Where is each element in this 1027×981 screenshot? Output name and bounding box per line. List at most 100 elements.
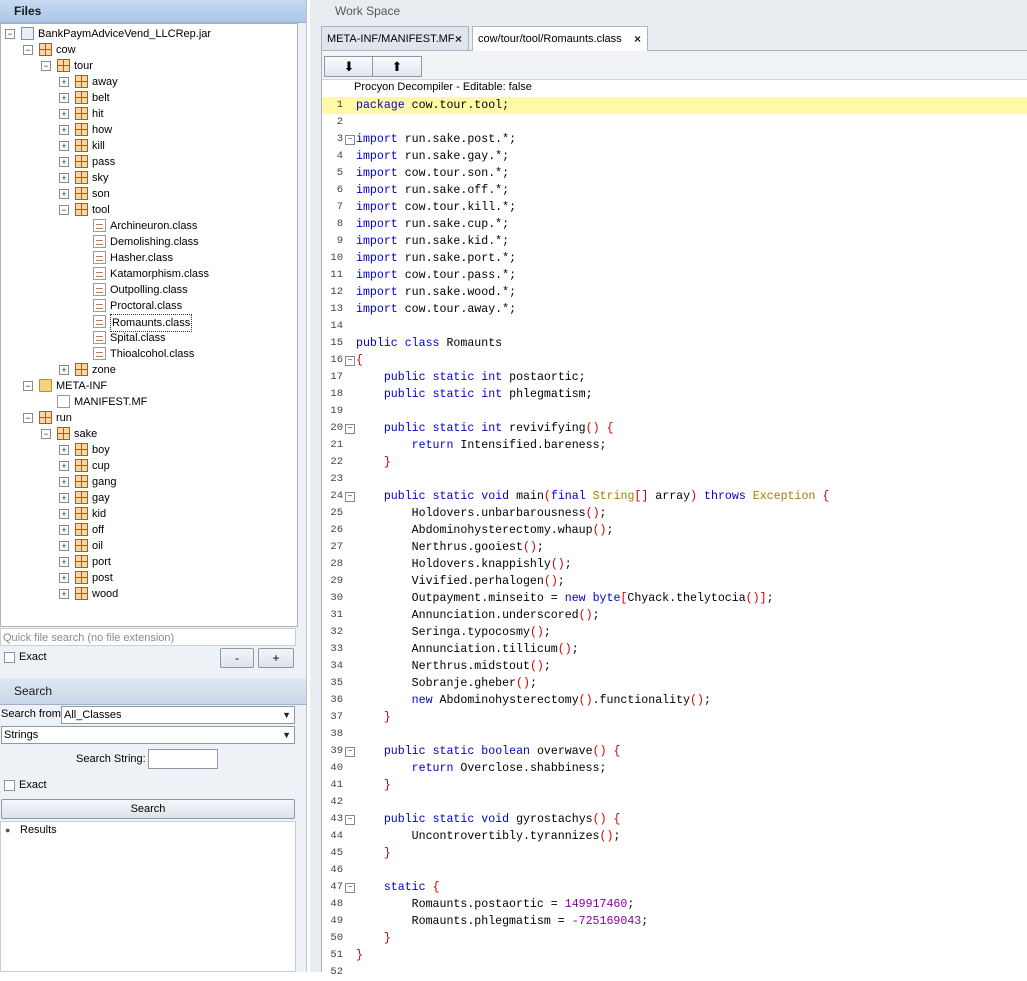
expand-toggle-icon[interactable]: + [59, 445, 69, 455]
upload-button[interactable]: ⬆ [372, 56, 422, 77]
code-line[interactable]: 52 [322, 964, 1027, 981]
collapse-toggle-icon[interactable]: − [59, 205, 69, 215]
code-line[interactable]: 24− public static void main(final String… [322, 488, 1027, 505]
tree-node[interactable]: + pass [1, 154, 295, 170]
expand-toggle-icon[interactable]: + [59, 525, 69, 535]
code-editor[interactable]: ⬇ ⬆ Procyon Decompiler - Editable: false… [321, 51, 1027, 978]
code-line[interactable]: 51} [322, 947, 1027, 964]
code-line[interactable]: 45 } [322, 845, 1027, 862]
code-line[interactable]: 42 [322, 794, 1027, 811]
fold-toggle-icon[interactable]: − [345, 883, 355, 893]
tree-node[interactable]: Demolishing.class [1, 234, 295, 250]
expand-toggle-icon[interactable]: + [59, 109, 69, 119]
expand-toggle-icon[interactable]: + [59, 557, 69, 567]
tree-node[interactable]: + oil [1, 538, 295, 554]
expand-toggle-icon[interactable]: + [59, 477, 69, 487]
tree-node[interactable]: − BankPaymAdviceVend_LLCRep.jar [1, 26, 295, 42]
tree-node[interactable]: Spital.class [1, 330, 295, 346]
code-line[interactable]: 36 new Abdominohysterectomy().functional… [322, 692, 1027, 709]
tree-node[interactable]: + zone [1, 362, 295, 378]
code-area[interactable]: 1 package cow.tour.tool; 2 3− import run.sak… [322, 97, 1027, 978]
code-line[interactable]: 15 public class Romaunts [322, 335, 1027, 352]
code-line[interactable]: 32 Seringa.typocosmy(); [322, 624, 1027, 641]
code-line[interactable]: 46 [322, 862, 1027, 879]
code-line[interactable]: 6 import run.sake.off.*; [322, 182, 1027, 199]
expand-toggle-icon[interactable]: + [59, 125, 69, 135]
expand-toggle-icon[interactable]: + [59, 509, 69, 519]
fold-toggle-icon[interactable]: − [345, 424, 355, 434]
collapse-toggle-icon[interactable]: − [23, 381, 33, 391]
code-line[interactable]: 33 Annunciation.tillicum(); [322, 641, 1027, 658]
code-line[interactable]: 44 Uncontrovertibly.tyrannizes(); [322, 828, 1027, 845]
code-line[interactable]: 12 import run.sake.wood.*; [322, 284, 1027, 301]
tree-node[interactable]: + how [1, 122, 295, 138]
tree-node[interactable]: Katamorphism.class [1, 266, 295, 282]
tree-node[interactable]: Thioalcohol.class [1, 346, 295, 362]
code-line[interactable]: 28 Holdovers.knappishly(); [322, 556, 1027, 573]
code-line[interactable]: 47− static { [322, 879, 1027, 896]
code-line[interactable]: 31 Annunciation.underscored(); [322, 607, 1027, 624]
code-line[interactable]: 1 package cow.tour.tool; [322, 97, 1027, 114]
tree-node[interactable]: + wood [1, 586, 295, 602]
tree-node[interactable]: + boy [1, 442, 295, 458]
expand-toggle-icon[interactable]: + [59, 173, 69, 183]
code-line[interactable]: 23 [322, 471, 1027, 488]
code-line[interactable]: 11 import cow.tour.pass.*; [322, 267, 1027, 284]
tree-node[interactable]: + kid [1, 506, 295, 522]
results-area[interactable]: ● Results [0, 821, 296, 972]
code-line[interactable]: 8 import run.sake.cup.*; [322, 216, 1027, 233]
tree-node[interactable]: Proctoral.class [1, 298, 295, 314]
search-exact-checkbox[interactable] [4, 780, 15, 791]
tree-node[interactable]: − sake [1, 426, 295, 442]
code-line[interactable]: 9 import run.sake.kid.*; [322, 233, 1027, 250]
download-button[interactable]: ⬇ [324, 56, 374, 77]
code-line[interactable]: 3− import run.sake.post.*; [322, 131, 1027, 148]
search-type-select[interactable]: Strings ▼ [1, 726, 295, 744]
expand-toggle-icon[interactable]: + [59, 541, 69, 551]
expand-toggle-icon[interactable]: + [59, 461, 69, 471]
code-line[interactable]: 35 Sobranje.gheber(); [322, 675, 1027, 692]
code-line[interactable]: 14 [322, 318, 1027, 335]
code-line[interactable]: 27 Nerthrus.gooiest(); [322, 539, 1027, 556]
collapse-toggle-icon[interactable]: − [41, 429, 51, 439]
code-line[interactable]: 25 Holdovers.unbarbarousness(); [322, 505, 1027, 522]
code-line[interactable]: 34 Nerthrus.midstout(); [322, 658, 1027, 675]
collapse-toggle-icon[interactable]: − [23, 45, 33, 55]
tree-node[interactable]: Hasher.class [1, 250, 295, 266]
tree-node[interactable]: Outpolling.class [1, 282, 295, 298]
code-line[interactable]: 16−{ [322, 352, 1027, 369]
code-line[interactable]: 49 Romaunts.phlegmatism = -725169043; [322, 913, 1027, 930]
tree-node[interactable]: − tool [1, 202, 295, 218]
code-line[interactable]: 19 [322, 403, 1027, 420]
fold-toggle-icon[interactable]: − [345, 356, 355, 366]
fold-toggle-icon[interactable]: − [345, 492, 355, 502]
tree-node[interactable]: + gang [1, 474, 295, 490]
code-line[interactable]: 40 return Overclose.shabbiness; [322, 760, 1027, 777]
code-line[interactable]: 26 Abdominohysterectomy.whaup(); [322, 522, 1027, 539]
tree-node[interactable]: + away [1, 74, 295, 90]
expand-toggle-icon[interactable]: + [59, 77, 69, 87]
code-line[interactable]: 37 } [322, 709, 1027, 726]
expand-toggle-icon[interactable]: + [59, 93, 69, 103]
tree-node[interactable]: + cup [1, 458, 295, 474]
tree-node[interactable]: + port [1, 554, 295, 570]
tree-node[interactable]: + post [1, 570, 295, 586]
code-line[interactable]: 2 [322, 114, 1027, 131]
tree-node[interactable]: Archineuron.class [1, 218, 295, 234]
fold-toggle-icon[interactable]: − [345, 747, 355, 757]
collapse-toggle-icon[interactable]: − [5, 29, 15, 39]
tree-node[interactable]: − tour [1, 58, 295, 74]
tree-node[interactable]: + gay [1, 490, 295, 506]
code-line[interactable]: 39− public static boolean overwave() { [322, 743, 1027, 760]
tree-node[interactable]: + belt [1, 90, 295, 106]
fold-toggle-icon[interactable]: − [345, 135, 355, 145]
expand-toggle-icon[interactable]: + [59, 493, 69, 503]
tree-node[interactable]: + kill [1, 138, 295, 154]
code-line[interactable]: 18 public static int phlegmatism; [322, 386, 1027, 403]
tree-node[interactable]: + off [1, 522, 295, 538]
code-line[interactable]: 17 public static int postaortic; [322, 369, 1027, 386]
collapse-toggle-icon[interactable]: − [23, 413, 33, 423]
code-line[interactable]: 7 import cow.tour.kill.*; [322, 199, 1027, 216]
code-line[interactable]: 41 } [322, 777, 1027, 794]
code-line[interactable]: 29 Vivified.perhalogen(); [322, 573, 1027, 590]
